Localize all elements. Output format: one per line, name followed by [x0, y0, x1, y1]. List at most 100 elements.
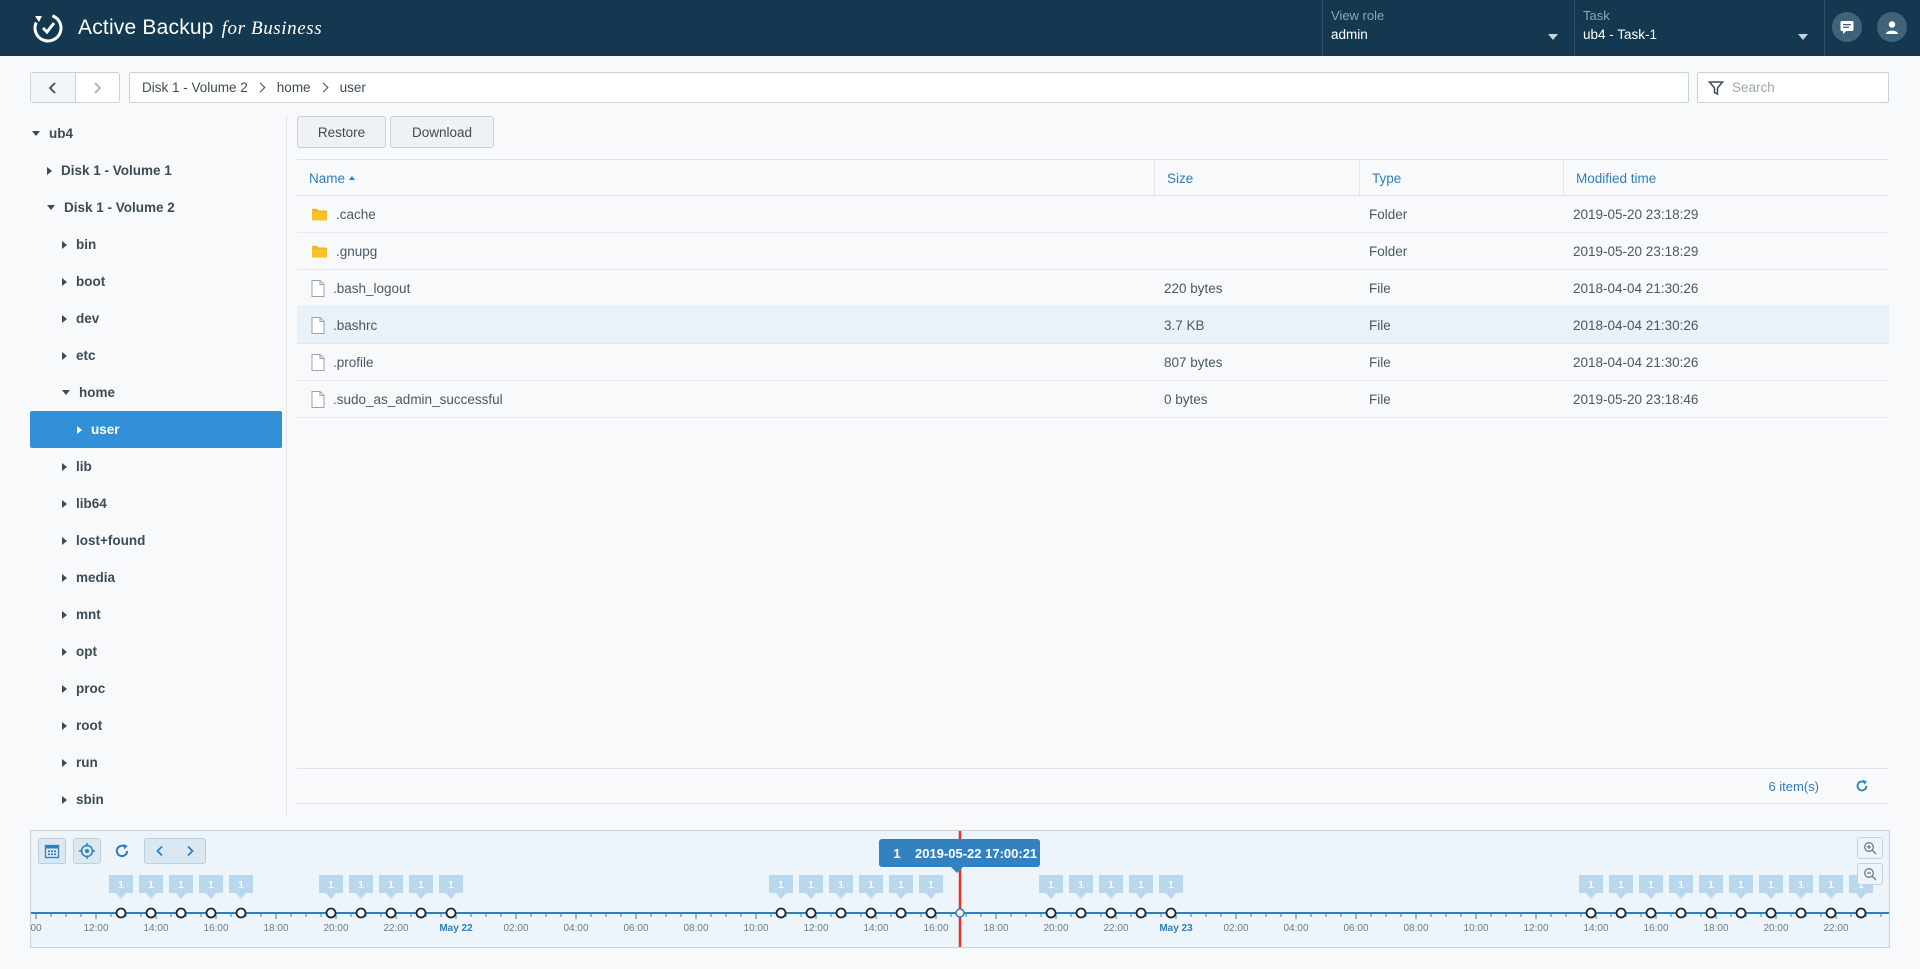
- caret-down-icon[interactable]: [47, 205, 55, 210]
- caret-right-icon[interactable]: [62, 536, 67, 545]
- app-title: Active Backup for Business: [78, 16, 322, 40]
- tree-item-media[interactable]: media: [30, 559, 282, 596]
- user-button[interactable]: [1877, 12, 1907, 42]
- caret-right-icon[interactable]: [77, 425, 82, 434]
- table-row[interactable]: .gnupg Folder 2019-05-20 23:18:29: [297, 233, 1889, 270]
- breadcrumb-item-home[interactable]: home: [277, 80, 311, 95]
- tree-item-label: sbin: [76, 792, 104, 807]
- column-header-name[interactable]: Name: [297, 160, 1154, 196]
- table-row[interactable]: .sudo_as_admin_successful 0 bytes File 2019…: [297, 381, 1889, 418]
- table-row[interactable]: .cache Folder 2019-05-20 23:18:29: [297, 196, 1889, 233]
- tree-item-label: lib: [76, 459, 92, 474]
- caret-right-icon[interactable]: [62, 684, 67, 693]
- tree-item-mnt[interactable]: mnt: [30, 596, 282, 633]
- timeline-tick-label: 12:00: [803, 923, 828, 934]
- cell-name: .bash_logout: [311, 270, 410, 307]
- tree-item-proc[interactable]: proc: [30, 670, 282, 707]
- caret-right-icon[interactable]: [62, 573, 67, 582]
- back-button[interactable]: [31, 73, 76, 102]
- caret-right-icon[interactable]: [62, 647, 67, 656]
- cell-modified: 2019-05-20 23:18:29: [1573, 207, 1699, 222]
- caret-right-icon[interactable]: [62, 795, 67, 804]
- caret-right-icon[interactable]: [62, 277, 67, 286]
- caret-right-icon[interactable]: [62, 721, 67, 730]
- tree-item-label: Disk 1 - Volume 2: [64, 200, 175, 215]
- cell-type: File: [1369, 355, 1391, 370]
- version-bubble-label: 1: [1708, 880, 1714, 891]
- timeline-prev-button[interactable]: [145, 839, 175, 863]
- tree-item-root[interactable]: root: [30, 707, 282, 744]
- cell-name: .cache: [311, 196, 376, 233]
- caret-down-icon[interactable]: [62, 390, 70, 395]
- caret-right-icon[interactable]: [62, 351, 67, 360]
- column-header-type[interactable]: Type: [1359, 160, 1563, 196]
- tree-item-etc[interactable]: etc: [30, 337, 282, 374]
- caret-down-icon[interactable]: [32, 131, 40, 136]
- cell-size: 220 bytes: [1164, 281, 1223, 296]
- column-header-size[interactable]: Size: [1154, 160, 1359, 196]
- tree-item-run[interactable]: run: [30, 744, 282, 781]
- tree-item-disk-1-volume-2[interactable]: Disk 1 - Volume 2: [30, 189, 282, 226]
- caret-right-icon[interactable]: [62, 314, 67, 323]
- forward-button[interactable]: [76, 73, 120, 102]
- tree-item-sbin[interactable]: sbin: [30, 781, 282, 818]
- zoom-out-button[interactable]: [1857, 863, 1883, 885]
- view-role-select[interactable]: View role admin: [1322, 0, 1574, 56]
- tree-item-label: ub4: [49, 126, 74, 141]
- locate-button[interactable]: [73, 838, 101, 864]
- caret-right-icon[interactable]: [62, 240, 67, 249]
- tree-item-lost-found[interactable]: lost+found: [30, 522, 282, 559]
- tree-item-disk-1-volume-1[interactable]: Disk 1 - Volume 1: [30, 152, 282, 189]
- filter-icon[interactable]: [1708, 80, 1724, 96]
- tree-item-lib[interactable]: lib: [30, 448, 282, 485]
- restore-button[interactable]: Restore: [297, 116, 386, 148]
- zoom-in-button[interactable]: [1857, 837, 1883, 859]
- breadcrumb-item-user[interactable]: user: [340, 80, 366, 95]
- table-row[interactable]: .bashrc 3.7 KB File 2018-04-04 21:30:26: [297, 307, 1889, 344]
- timeline-tick-label: 06:00: [623, 923, 648, 934]
- calendar-button[interactable]: [38, 838, 66, 864]
- version-point: [895, 907, 907, 919]
- caret-right-icon[interactable]: [62, 499, 67, 508]
- caret-right-icon[interactable]: [47, 166, 52, 175]
- cell-type: File: [1369, 392, 1391, 407]
- tree-item-lib64[interactable]: lib64: [30, 485, 282, 522]
- tree-item-bin[interactable]: bin: [30, 226, 282, 263]
- tree-item-user[interactable]: user: [30, 411, 282, 448]
- column-header-size-label: Size: [1167, 170, 1194, 186]
- caret-right-icon[interactable]: [62, 610, 67, 619]
- cell-type: Folder: [1369, 207, 1408, 222]
- messages-button[interactable]: [1832, 12, 1862, 42]
- breadcrumb-item-volume[interactable]: Disk 1 - Volume 2: [142, 80, 248, 95]
- search-input[interactable]: [1732, 80, 1882, 95]
- cell-size: 3.7 KB: [1164, 318, 1205, 333]
- task-select[interactable]: Task ub4 - Task-1: [1574, 0, 1824, 56]
- tree-item-ub4[interactable]: ub4: [30, 115, 282, 152]
- timeline-next-button[interactable]: [175, 839, 205, 863]
- caret-right-icon[interactable]: [62, 462, 67, 471]
- file-name: .bashrc: [333, 318, 378, 333]
- tree-item-boot[interactable]: boot: [30, 263, 282, 300]
- version-bubble-label: 1: [148, 880, 154, 891]
- tree-divider: [286, 115, 287, 815]
- app-subtitle: for Business: [221, 18, 323, 39]
- tree-item-dev[interactable]: dev: [30, 300, 282, 337]
- table-row[interactable]: .bash_logout 220 bytes File 2018-04-04 21:3…: [297, 270, 1889, 307]
- refresh-icon[interactable]: [1855, 779, 1869, 793]
- download-button[interactable]: Download: [390, 116, 494, 148]
- version-bubble-label: 1: [448, 880, 454, 891]
- column-header-modified[interactable]: Modified time: [1563, 160, 1889, 196]
- timeline-refresh-button[interactable]: [108, 838, 136, 864]
- breadcrumb-separator-icon: [318, 82, 329, 93]
- caret-right-icon[interactable]: [62, 758, 67, 767]
- tree-item-label: lib64: [76, 496, 107, 511]
- app-title-text: Active Backup: [78, 16, 214, 39]
- tree-item-home[interactable]: home: [30, 374, 282, 411]
- cell-name: .profile: [311, 344, 374, 381]
- table-row[interactable]: .profile 807 bytes File 2018-04-04 21:30:26: [297, 344, 1889, 381]
- version-bubble-label: 1: [928, 880, 934, 891]
- version-point: [1585, 907, 1597, 919]
- tree-item-label: mnt: [76, 607, 101, 622]
- tree-item-label: bin: [76, 237, 97, 252]
- tree-item-opt[interactable]: opt: [30, 633, 282, 670]
